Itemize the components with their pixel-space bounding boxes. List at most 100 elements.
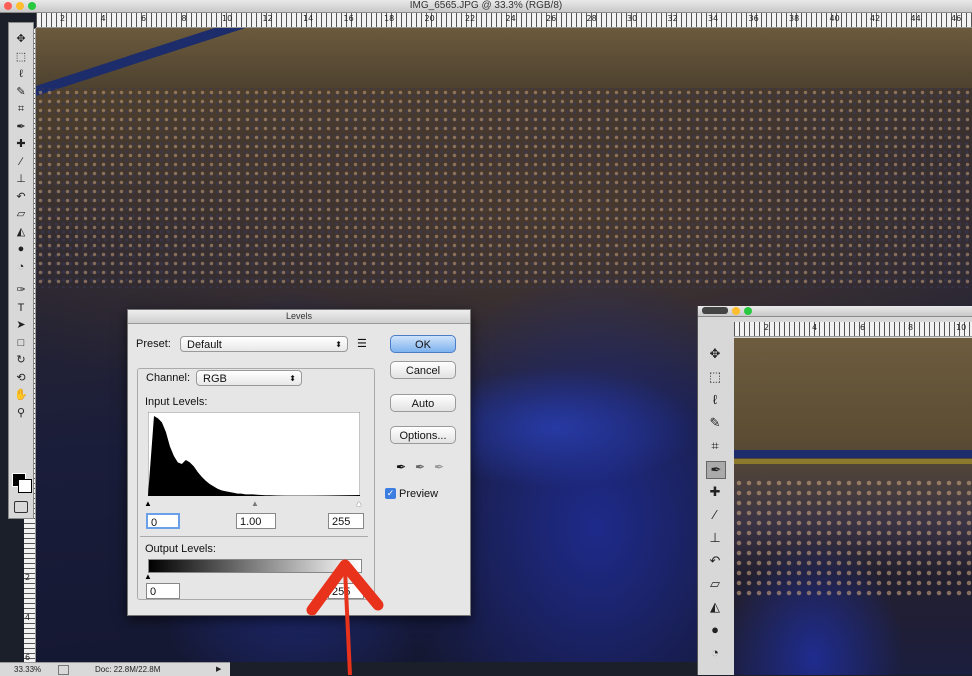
- crowd-texture: [734, 478, 972, 598]
- annotation-arrow: [306, 559, 384, 675]
- ruler-number: 2: [25, 573, 31, 582]
- crop-icon[interactable]: ⌗: [706, 438, 724, 454]
- zoom-level[interactable]: 33.33%: [14, 663, 41, 676]
- quick-select-icon[interactable]: ✎: [12, 84, 30, 100]
- status-menu-icon[interactable]: [58, 665, 69, 675]
- channel-label: Channel:: [144, 372, 193, 384]
- second-image-canvas[interactable]: [734, 338, 972, 675]
- gray-eyedropper-icon[interactable]: ✒: [415, 460, 425, 474]
- background-color-swatch[interactable]: [18, 479, 32, 493]
- marquee-icon[interactable]: ⬚: [706, 369, 724, 385]
- ok-button[interactable]: OK: [390, 335, 456, 353]
- white-eyedropper-icon[interactable]: ✒: [434, 460, 444, 474]
- black-point-slider-handle[interactable]: ▲: [144, 499, 152, 508]
- horizontal-ruler[interactable]: 2 4 6 8 10 12 14 16 18 20 22 24 26 28 30 32 34 36 38 40 42 44…: [36, 13, 972, 28]
- preview-label: Preview: [399, 488, 439, 500]
- eyedropper-icon[interactable]: ✒: [12, 119, 30, 135]
- gamma-slider-handle[interactable]: ▲: [251, 499, 259, 508]
- marquee-icon[interactable]: ⬚: [12, 49, 30, 65]
- ruler-number: 6: [141, 14, 147, 23]
- preset-options-icon[interactable]: ☰: [357, 337, 367, 350]
- ruler-number: 4: [25, 613, 31, 622]
- histogram: [148, 412, 360, 496]
- ruler-number: 24: [505, 14, 516, 23]
- shape-icon[interactable]: □: [12, 335, 30, 351]
- blur-icon[interactable]: ●: [12, 241, 30, 257]
- pen-icon[interactable]: ✑: [12, 282, 30, 298]
- quick-select-icon[interactable]: ✎: [706, 415, 724, 431]
- healing-brush-icon[interactable]: ✚: [706, 484, 724, 500]
- brush-icon[interactable]: ∕: [12, 154, 30, 170]
- preset-select[interactable]: Default ⬍: [180, 336, 348, 352]
- 3d-orbit-icon[interactable]: ⟲: [12, 370, 30, 386]
- input-levels-slider[interactable]: ▲ ▲ ▲: [144, 499, 363, 508]
- channel-select[interactable]: RGB ⬍: [196, 370, 302, 386]
- crop-icon[interactable]: ⌗: [12, 101, 30, 117]
- preset-value: Default: [187, 339, 222, 351]
- preview-checkbox[interactable]: ✓: [385, 488, 396, 499]
- crowd-texture: [36, 88, 972, 288]
- quick-mask-icon[interactable]: [14, 501, 28, 513]
- dodge-icon[interactable]: ◔: [12, 259, 30, 275]
- select-arrows-icon: ⬍: [289, 374, 296, 383]
- toggle-toolbar-icon[interactable]: [702, 307, 728, 314]
- move-icon[interactable]: ✥: [706, 346, 724, 362]
- ruler-number: 22: [465, 14, 476, 23]
- eraser-icon[interactable]: ▱: [12, 206, 30, 222]
- black-eyedropper-icon[interactable]: ✒: [396, 460, 406, 474]
- second-horizontal-ruler[interactable]: 2 4 6 8 10: [734, 322, 972, 337]
- ruler-number: 28: [586, 14, 597, 23]
- output-black-handle[interactable]: ▲: [144, 572, 152, 581]
- second-document-window: 2 4 6 8 10 ✥ ⬚ ℓ ✎ ⌗ ✒ ✚ ∕ ⊥ ↶ ▱ ◭ ● ◔: [697, 306, 972, 675]
- channel-value: RGB: [203, 373, 227, 385]
- move-icon[interactable]: ✥: [12, 31, 30, 47]
- white-point-slider-handle[interactable]: ▲: [355, 499, 363, 508]
- options-button[interactable]: Options...: [390, 426, 456, 444]
- input-white-field[interactable]: 255: [328, 513, 364, 529]
- 3d-rotate-icon[interactable]: ↻: [12, 352, 30, 368]
- blur-icon[interactable]: ●: [706, 622, 724, 638]
- dodge-icon[interactable]: ◔: [706, 645, 724, 661]
- ruler-number: 42: [870, 14, 881, 23]
- cancel-button[interactable]: Cancel: [390, 361, 456, 379]
- ruler-number: 8: [908, 323, 914, 332]
- zoom-window-icon[interactable]: [744, 307, 752, 315]
- ruler-number: 6: [860, 323, 866, 332]
- select-arrows-icon: ⬍: [335, 340, 342, 349]
- ruler-number: 40: [829, 14, 840, 23]
- hand-icon[interactable]: ✋: [12, 387, 30, 403]
- type-icon[interactable]: T: [12, 300, 30, 316]
- ruler-number: 12: [262, 14, 273, 23]
- path-select-icon[interactable]: ➤: [12, 317, 30, 333]
- eyedropper-icon[interactable]: ✒: [706, 461, 726, 479]
- eraser-icon[interactable]: ▱: [706, 576, 724, 592]
- zoom-icon[interactable]: ⚲: [12, 405, 30, 421]
- status-bar: 33.33% Doc: 22.8M/22.8M ▶: [0, 662, 230, 676]
- tools-panel: ✥ ⬚ ℓ ✎ ⌗ ✒ ✚ ∕ ⊥ ↶ ▱ ◭ ● ◔ ✑ T ➤ □ ↻ ⟲ ✋ ⚲: [8, 22, 34, 519]
- paint-bucket-icon[interactable]: ◭: [706, 599, 724, 615]
- healing-brush-icon[interactable]: ✚: [12, 136, 30, 152]
- ruler-number: 44: [910, 14, 921, 23]
- history-brush-icon[interactable]: ↶: [12, 189, 30, 205]
- levels-dialog: Levels Preset: Default ⬍ ☰ Channel: RGB …: [127, 309, 471, 616]
- minimize-window-icon[interactable]: [732, 307, 740, 315]
- history-brush-icon[interactable]: ↶: [706, 553, 724, 569]
- ruler-number: 16: [343, 14, 354, 23]
- lasso-icon[interactable]: ℓ: [12, 66, 30, 82]
- window-title-bar: IMG_6565.JPG @ 33.3% (RGB/8): [0, 0, 972, 13]
- clone-stamp-icon[interactable]: ⊥: [12, 171, 30, 187]
- ruler-number: 8: [181, 14, 187, 23]
- output-black-field[interactable]: 0: [146, 583, 180, 599]
- levels-dialog-title: Levels: [128, 310, 470, 324]
- auto-button[interactable]: Auto: [390, 394, 456, 412]
- input-black-field[interactable]: 0: [146, 513, 180, 529]
- input-gamma-field[interactable]: 1.00: [236, 513, 276, 529]
- second-window-title-bar: [698, 306, 972, 317]
- clone-stamp-icon[interactable]: ⊥: [706, 530, 724, 546]
- brush-icon[interactable]: ∕: [706, 507, 724, 523]
- ruler-number: 4: [812, 323, 818, 332]
- ruler-number: 6: [25, 653, 31, 662]
- paint-bucket-icon[interactable]: ◭: [12, 224, 30, 240]
- status-arrow-icon[interactable]: ▶: [216, 663, 221, 676]
- lasso-icon[interactable]: ℓ: [706, 392, 724, 408]
